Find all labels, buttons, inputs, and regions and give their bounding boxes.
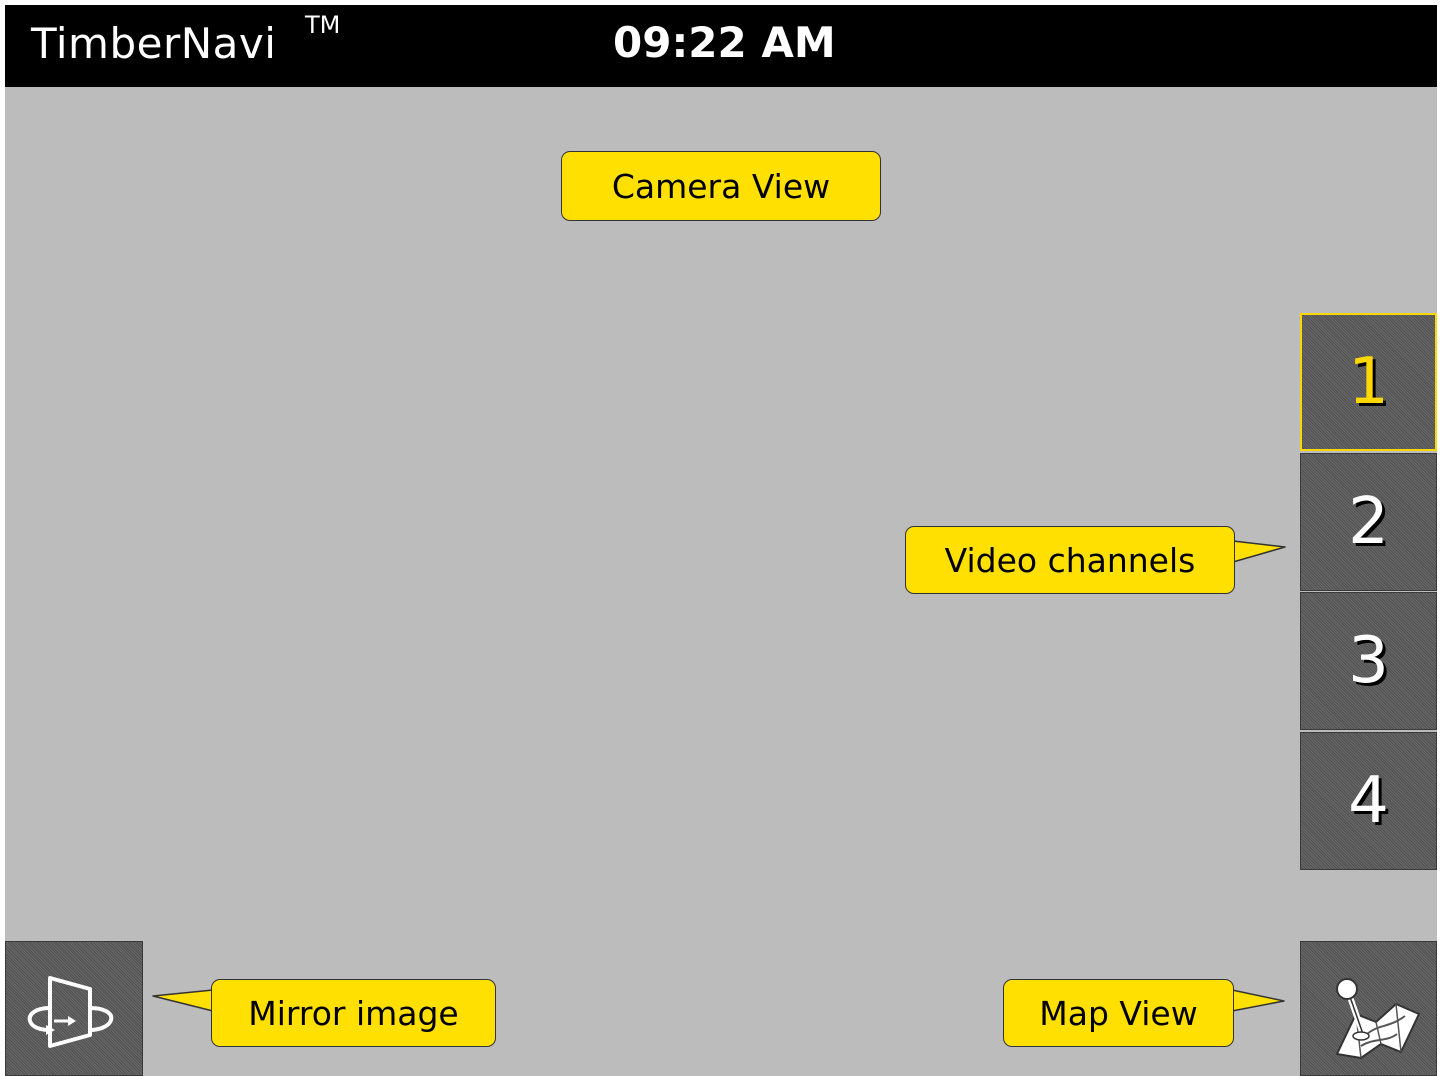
- callout-pointer-video: [1232, 540, 1286, 563]
- app-title: TimberNavi: [31, 19, 277, 68]
- channel-1-label: 1: [1348, 345, 1389, 419]
- channel-button-2[interactable]: 2: [1300, 453, 1437, 591]
- callout-map-view: Map View: [1003, 979, 1234, 1047]
- callout-mirror-image: Mirror image: [211, 979, 496, 1047]
- callout-camera-view-label: Camera View: [611, 166, 831, 206]
- callout-map-view-label: Map View: [1039, 993, 1198, 1033]
- channel-button-1[interactable]: 1: [1300, 313, 1437, 451]
- callout-camera-view: Camera View: [561, 151, 881, 221]
- callout-video-channels-label: Video channels: [944, 540, 1196, 580]
- channel-4-label: 4: [1348, 764, 1389, 838]
- top-bar: TimberNavi TM 09:22 AM: [5, 5, 1437, 87]
- map-view-button[interactable]: [1300, 941, 1437, 1076]
- mirror-flip-icon: [27, 976, 114, 1048]
- callout-pointer-mirror: [152, 989, 214, 1012]
- channel-button-3[interactable]: 3: [1300, 592, 1437, 730]
- channel-button-4[interactable]: 4: [1300, 732, 1437, 870]
- channel-2-label: 2: [1348, 485, 1389, 559]
- callout-mirror-image-label: Mirror image: [248, 993, 459, 1033]
- trademark-symbol: TM: [305, 11, 341, 39]
- camera-view-screen: TimberNavi TM 09:22 AM Camera View Video…: [5, 5, 1437, 1076]
- clock: 09:22 AM: [613, 18, 836, 67]
- mirror-image-button[interactable]: [5, 941, 143, 1076]
- map-joystick-icon: [1336, 978, 1420, 1059]
- callout-pointer-map: [1231, 989, 1285, 1012]
- callout-video-channels: Video channels: [905, 526, 1235, 594]
- channel-3-label: 3: [1348, 624, 1389, 698]
